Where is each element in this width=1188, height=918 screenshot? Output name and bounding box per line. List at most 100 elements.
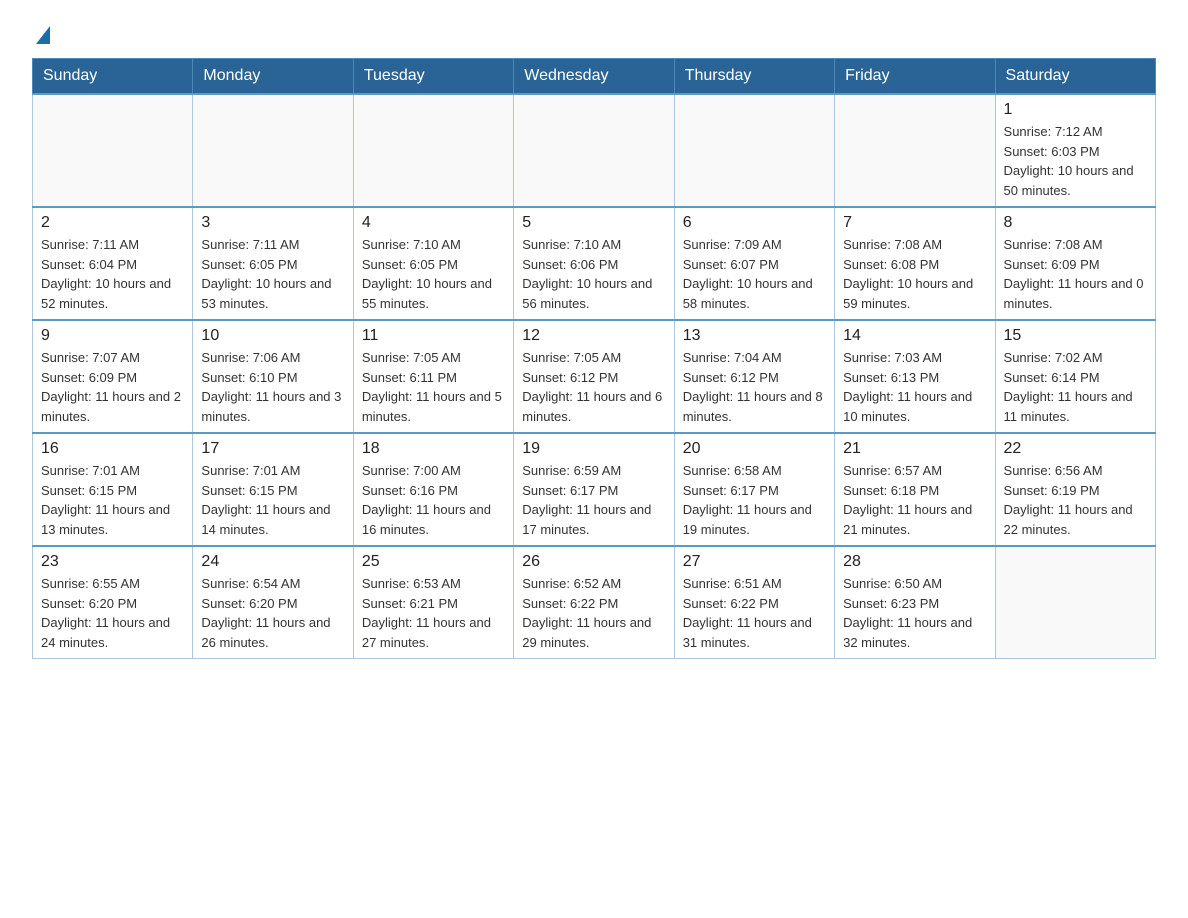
calendar-day-cell: 25 Sunrise: 6:53 AMSunset: 6:21 PMDayligh…: [353, 546, 513, 659]
day-number: 12: [522, 327, 665, 345]
day-number: 20: [683, 440, 826, 458]
calendar-week-row: 16 Sunrise: 7:01 AMSunset: 6:15 PMDayligh…: [33, 433, 1156, 546]
day-number: 27: [683, 553, 826, 571]
day-info: Sunrise: 7:01 AMSunset: 6:15 PMDaylight:…: [41, 461, 184, 539]
calendar-day-cell: 4Sunrise: 7:10 AMSunset: 6:05 PMDaylight…: [353, 207, 513, 320]
day-info: Sunrise: 7:04 AMSunset: 6:12 PMDaylight:…: [683, 348, 826, 426]
calendar-day-cell: [33, 94, 193, 207]
logo: [32, 24, 50, 40]
calendar-day-cell: 9 Sunrise: 7:07 AMSunset: 6:09 PMDaylight…: [33, 320, 193, 433]
day-info: Sunrise: 7:10 AMSunset: 6:06 PMDaylight:…: [522, 235, 665, 313]
day-info: Sunrise: 6:51 AMSunset: 6:22 PMDaylight:…: [683, 574, 826, 652]
calendar-week-row: 2 Sunrise: 7:11 AMSunset: 6:04 PMDaylight…: [33, 207, 1156, 320]
day-info: Sunrise: 7:05 AMSunset: 6:11 PMDaylight:…: [362, 348, 505, 426]
day-info: Sunrise: 7:10 AMSunset: 6:05 PMDaylight:…: [362, 235, 505, 313]
calendar-day-header: Thursday: [674, 59, 834, 95]
day-number: 1: [1004, 101, 1147, 119]
day-info: Sunrise: 7:01 AMSunset: 6:15 PMDaylight:…: [201, 461, 344, 539]
calendar-day-cell: 21 Sunrise: 6:57 AMSunset: 6:18 PMDayligh…: [835, 433, 995, 546]
day-info: Sunrise: 6:54 AMSunset: 6:20 PMDaylight:…: [201, 574, 344, 652]
calendar-day-cell: [995, 546, 1155, 659]
calendar-day-cell: 22 Sunrise: 6:56 AMSunset: 6:19 PMDayligh…: [995, 433, 1155, 546]
day-info: Sunrise: 7:00 AMSunset: 6:16 PMDaylight:…: [362, 461, 505, 539]
calendar-day-cell: 2 Sunrise: 7:11 AMSunset: 6:04 PMDaylight…: [33, 207, 193, 320]
day-number: 22: [1004, 440, 1147, 458]
calendar-day-cell: 15 Sunrise: 7:02 AMSunset: 6:14 PMDayligh…: [995, 320, 1155, 433]
day-number: 3: [201, 214, 344, 232]
calendar-day-header: Monday: [193, 59, 353, 95]
calendar-day-cell: 11 Sunrise: 7:05 AMSunset: 6:11 PMDayligh…: [353, 320, 513, 433]
day-number: 13: [683, 327, 826, 345]
day-number: 17: [201, 440, 344, 458]
calendar-day-header: Wednesday: [514, 59, 674, 95]
calendar-day-cell: 5 Sunrise: 7:10 AMSunset: 6:06 PMDaylight…: [514, 207, 674, 320]
calendar-day-cell: 14Sunrise: 7:03 AMSunset: 6:13 PMDayligh…: [835, 320, 995, 433]
day-number: 19: [522, 440, 665, 458]
day-info: Sunrise: 7:07 AMSunset: 6:09 PMDaylight:…: [41, 348, 184, 426]
day-info: Sunrise: 7:06 AMSunset: 6:10 PMDaylight:…: [201, 348, 344, 426]
day-number: 8: [1004, 214, 1147, 232]
calendar-day-cell: 24 Sunrise: 6:54 AMSunset: 6:20 PMDayligh…: [193, 546, 353, 659]
day-number: 26: [522, 553, 665, 571]
day-number: 11: [362, 327, 505, 345]
day-number: 6: [683, 214, 826, 232]
day-number: 28: [843, 553, 986, 571]
calendar-week-row: 23 Sunrise: 6:55 AMSunset: 6:20 PMDayligh…: [33, 546, 1156, 659]
day-number: 25: [362, 553, 505, 571]
calendar-day-cell: 26 Sunrise: 6:52 AMSunset: 6:22 PMDayligh…: [514, 546, 674, 659]
calendar-day-header: Sunday: [33, 59, 193, 95]
day-number: 2: [41, 214, 184, 232]
page-header: [32, 24, 1156, 40]
day-number: 18: [362, 440, 505, 458]
day-info: Sunrise: 7:11 AMSunset: 6:05 PMDaylight:…: [201, 235, 344, 313]
calendar-day-cell: 10 Sunrise: 7:06 AMSunset: 6:10 PMDayligh…: [193, 320, 353, 433]
day-number: 14: [843, 327, 986, 345]
calendar-day-cell: 19 Sunrise: 6:59 AMSunset: 6:17 PMDayligh…: [514, 433, 674, 546]
calendar-day-cell: 23 Sunrise: 6:55 AMSunset: 6:20 PMDayligh…: [33, 546, 193, 659]
calendar-day-header: Tuesday: [353, 59, 513, 95]
logo-triangle-icon: [36, 26, 50, 44]
day-info: Sunrise: 7:08 AMSunset: 6:08 PMDaylight:…: [843, 235, 986, 313]
day-info: Sunrise: 6:55 AMSunset: 6:20 PMDaylight:…: [41, 574, 184, 652]
day-info: Sunrise: 6:59 AMSunset: 6:17 PMDaylight:…: [522, 461, 665, 539]
calendar-day-header: Saturday: [995, 59, 1155, 95]
calendar-day-cell: 12 Sunrise: 7:05 AMSunset: 6:12 PMDayligh…: [514, 320, 674, 433]
calendar-day-cell: [514, 94, 674, 207]
day-number: 5: [522, 214, 665, 232]
day-number: 10: [201, 327, 344, 345]
calendar-day-cell: 8Sunrise: 7:08 AMSunset: 6:09 PMDaylight…: [995, 207, 1155, 320]
calendar-day-header: Friday: [835, 59, 995, 95]
calendar-week-row: 9 Sunrise: 7:07 AMSunset: 6:09 PMDaylight…: [33, 320, 1156, 433]
calendar-day-cell: [835, 94, 995, 207]
calendar-day-cell: 28Sunrise: 6:50 AMSunset: 6:23 PMDayligh…: [835, 546, 995, 659]
day-info: Sunrise: 6:52 AMSunset: 6:22 PMDaylight:…: [522, 574, 665, 652]
day-number: 7: [843, 214, 986, 232]
day-info: Sunrise: 6:53 AMSunset: 6:21 PMDaylight:…: [362, 574, 505, 652]
calendar-day-cell: [193, 94, 353, 207]
calendar-day-cell: 27 Sunrise: 6:51 AMSunset: 6:22 PMDayligh…: [674, 546, 834, 659]
calendar-day-cell: 13 Sunrise: 7:04 AMSunset: 6:12 PMDayligh…: [674, 320, 834, 433]
day-info: Sunrise: 7:05 AMSunset: 6:12 PMDaylight:…: [522, 348, 665, 426]
day-number: 23: [41, 553, 184, 571]
calendar-week-row: 1 Sunrise: 7:12 AMSunset: 6:03 PMDaylight…: [33, 94, 1156, 207]
day-info: Sunrise: 7:02 AMSunset: 6:14 PMDaylight:…: [1004, 348, 1147, 426]
day-number: 15: [1004, 327, 1147, 345]
calendar-day-cell: 7 Sunrise: 7:08 AMSunset: 6:08 PMDaylight…: [835, 207, 995, 320]
day-info: Sunrise: 7:09 AMSunset: 6:07 PMDaylight:…: [683, 235, 826, 313]
calendar-day-cell: 17 Sunrise: 7:01 AMSunset: 6:15 PMDayligh…: [193, 433, 353, 546]
calendar-day-cell: 18 Sunrise: 7:00 AMSunset: 6:16 PMDayligh…: [353, 433, 513, 546]
day-number: 9: [41, 327, 184, 345]
calendar-day-cell: [674, 94, 834, 207]
calendar-day-cell: 3 Sunrise: 7:11 AMSunset: 6:05 PMDaylight…: [193, 207, 353, 320]
day-number: 16: [41, 440, 184, 458]
calendar-day-cell: 1 Sunrise: 7:12 AMSunset: 6:03 PMDaylight…: [995, 94, 1155, 207]
day-number: 21: [843, 440, 986, 458]
calendar-day-cell: [353, 94, 513, 207]
day-info: Sunrise: 6:58 AMSunset: 6:17 PMDaylight:…: [683, 461, 826, 539]
day-info: Sunrise: 7:11 AMSunset: 6:04 PMDaylight:…: [41, 235, 184, 313]
calendar-header-row: SundayMondayTuesdayWednesdayThursdayFrid…: [33, 59, 1156, 95]
day-info: Sunrise: 6:57 AMSunset: 6:18 PMDaylight:…: [843, 461, 986, 539]
day-number: 24: [201, 553, 344, 571]
day-info: Sunrise: 7:12 AMSunset: 6:03 PMDaylight:…: [1004, 122, 1147, 200]
day-info: Sunrise: 6:56 AMSunset: 6:19 PMDaylight:…: [1004, 461, 1147, 539]
